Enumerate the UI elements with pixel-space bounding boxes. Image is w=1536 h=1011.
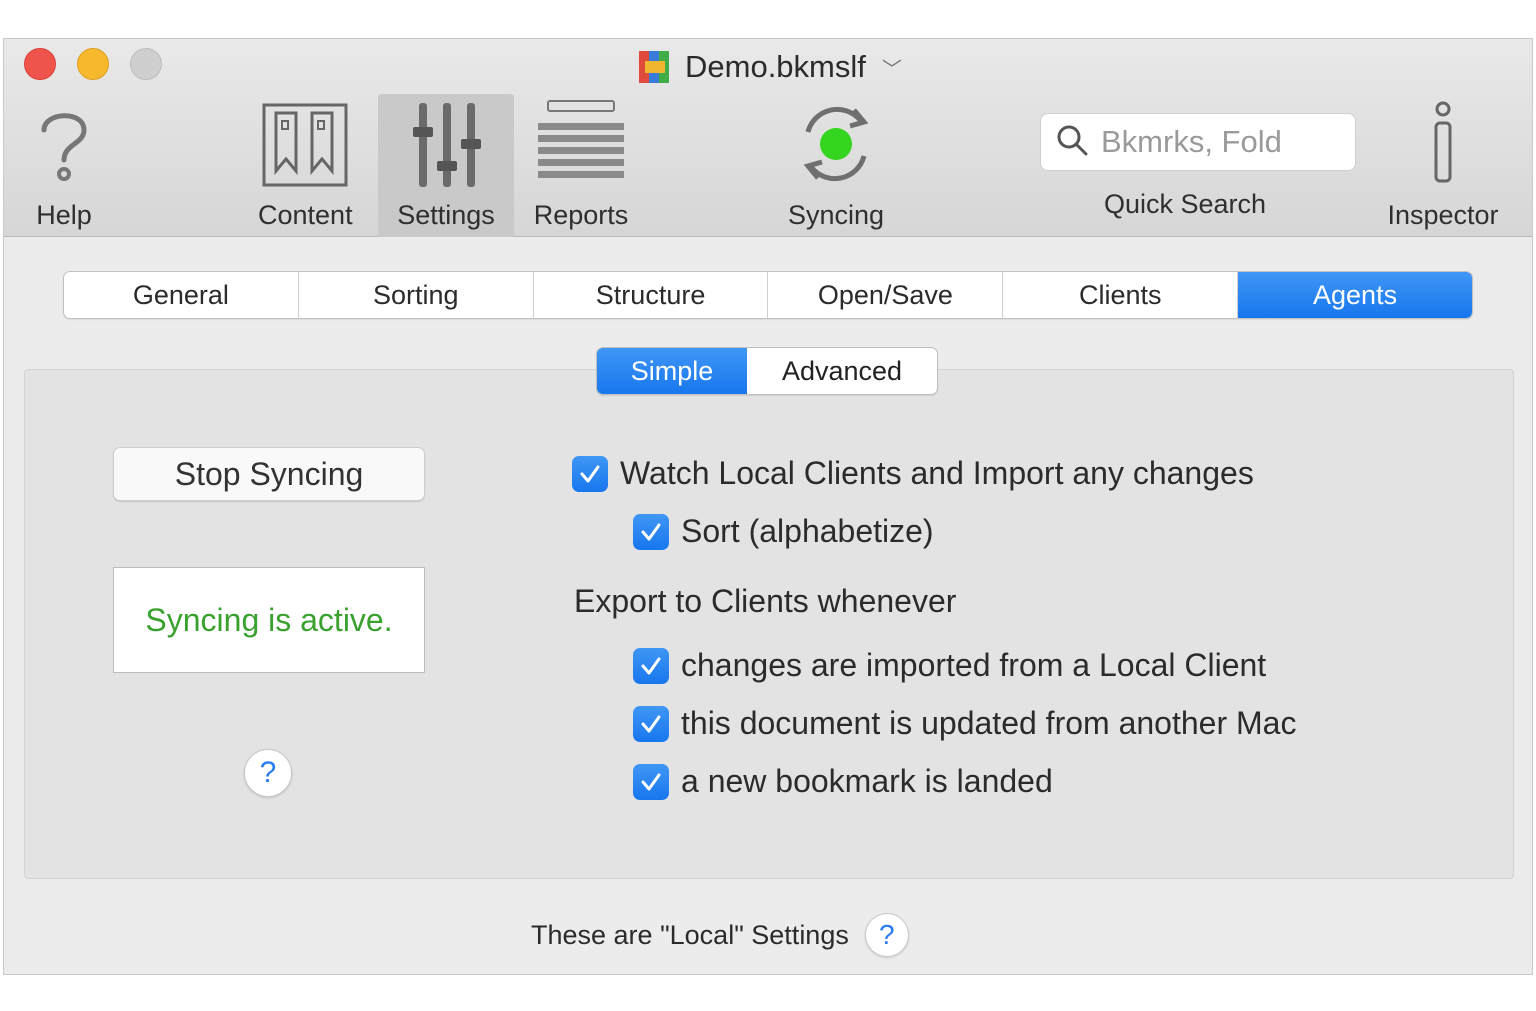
mode-segmented-control: Simple Advanced [596, 347, 938, 395]
advanced-segment[interactable]: Advanced [747, 348, 937, 394]
tab-general[interactable]: General [64, 272, 299, 318]
toolbar-help-label: Help [36, 200, 92, 230]
question-mark-icon [34, 94, 94, 194]
sync-status-text: Syncing is active. [145, 602, 393, 638]
toolbar-help[interactable]: Help [34, 94, 94, 236]
export-on-mac-update-label: this document is updated from another Ma… [681, 705, 1297, 741]
toolbar-inspector-label: Inspector [1387, 200, 1499, 230]
stop-syncing-button[interactable]: Stop Syncing [113, 447, 425, 501]
local-settings-help-button[interactable]: ? [864, 913, 909, 957]
quick-search-label: Quick Search [1104, 189, 1267, 219]
checkmark-icon [641, 657, 661, 674]
export-option-row[interactable]: this document is updated from another Ma… [633, 705, 1296, 742]
quick-search-box[interactable] [1040, 113, 1356, 171]
settings-tabs: General Sorting Structure Open/Save Clie… [63, 271, 1473, 319]
sort-checkbox[interactable] [633, 513, 669, 550]
tab-structure[interactable]: Structure [534, 272, 769, 318]
local-settings-note: These are "Local" Settings [531, 919, 849, 950]
watch-local-clients-row[interactable]: Watch Local Clients and Import any chang… [572, 455, 1254, 492]
export-on-mac-update-checkbox[interactable] [633, 705, 669, 742]
tab-clients[interactable]: Clients [1003, 272, 1239, 318]
toolbar-settings-label: Settings [397, 200, 495, 230]
tab-open-save[interactable]: Open/Save [768, 272, 1004, 318]
list-icon [536, 94, 626, 194]
toolbar-content-label: Content [258, 200, 353, 230]
quick-search-caption: Quick Search [1104, 179, 1266, 229]
export-option-row[interactable]: a new bookmark is landed [633, 763, 1053, 800]
toolbar-syncing-label: Syncing [787, 200, 885, 230]
sync-status-box: Syncing is active. [113, 567, 425, 673]
document-icon [637, 49, 673, 85]
export-on-landing-checkbox[interactable] [633, 763, 669, 800]
checkmark-icon [641, 523, 661, 540]
app-window: Demo.bkmslf ﹀ Help Content Settings Repo… [3, 38, 1533, 975]
sync-arrows-icon [788, 94, 884, 194]
sliders-icon [401, 94, 491, 194]
checkmark-icon [580, 465, 600, 482]
minimize-window-button[interactable] [77, 48, 109, 80]
export-option-row[interactable]: changes are imported from a Local Client [633, 647, 1266, 684]
sort-label: Sort (alphabetize) [681, 513, 934, 549]
zoom-window-button[interactable] [130, 48, 162, 80]
toolbar-syncing[interactable]: Syncing [780, 94, 892, 236]
chevron-down-icon: ﹀ [881, 58, 902, 81]
search-icon [1055, 123, 1089, 162]
toolbar-content[interactable]: Content [258, 94, 353, 236]
footer: These are "Local" Settings ? [531, 913, 909, 957]
export-heading: Export to Clients whenever [574, 583, 957, 619]
toolbar-reports-label: Reports [533, 200, 629, 230]
document-title[interactable]: Demo.bkmslf ﹀ [637, 47, 902, 87]
toolbar-reports[interactable]: Reports [526, 94, 636, 236]
tab-sorting[interactable]: Sorting [299, 272, 534, 318]
document-name: Demo.bkmslf [685, 49, 866, 84]
bookmarks-icon [260, 94, 350, 194]
search-input[interactable] [1101, 124, 1351, 160]
watch-local-clients-label: Watch Local Clients and Import any chang… [620, 455, 1254, 491]
agents-help-button[interactable]: ? [244, 749, 292, 797]
simple-segment[interactable]: Simple [597, 348, 747, 394]
export-on-import-checkbox[interactable] [633, 647, 669, 684]
checkmark-icon [641, 715, 661, 732]
export-on-import-label: changes are imported from a Local Client [681, 647, 1267, 683]
info-icon [1423, 94, 1463, 194]
toolbar-settings[interactable]: Settings [378, 94, 514, 236]
titlebar: Demo.bkmslf ﹀ Help Content Settings Repo… [4, 39, 1532, 237]
sort-row[interactable]: Sort (alphabetize) [633, 513, 934, 550]
export-on-landing-label: a new bookmark is landed [681, 763, 1053, 799]
watch-local-clients-checkbox[interactable] [572, 455, 608, 492]
toolbar-inspector[interactable]: Inspector [1378, 94, 1508, 236]
checkmark-icon [641, 773, 661, 790]
tab-agents[interactable]: Agents [1238, 272, 1472, 318]
close-window-button[interactable] [24, 48, 56, 80]
